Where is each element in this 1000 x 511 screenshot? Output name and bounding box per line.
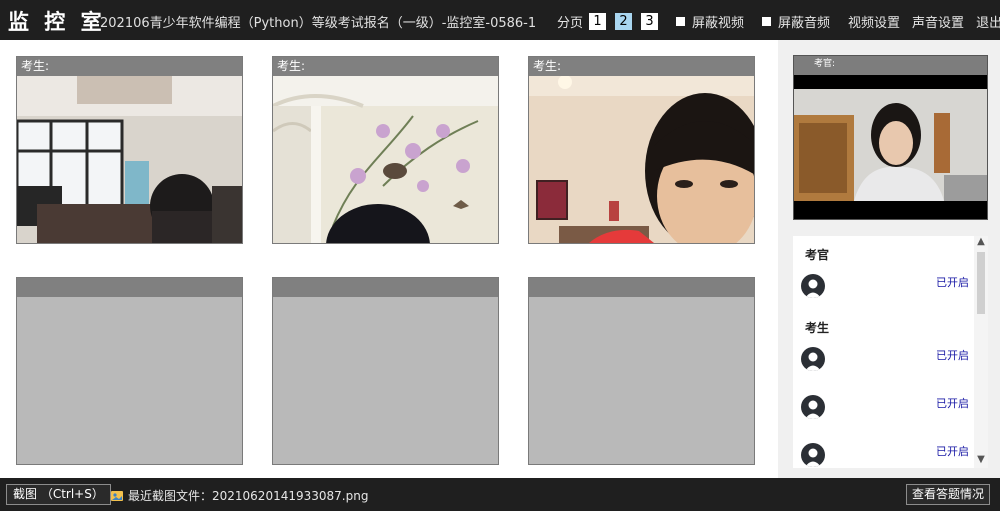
video-feed (17, 297, 242, 464)
recent-screenshot-text: 最近截图文件：20210620141933087.png (128, 489, 369, 503)
list-item[interactable]: 已开启 (801, 274, 971, 304)
avatar (801, 347, 825, 371)
video-settings-link[interactable]: 视频设置 (848, 12, 900, 31)
mute-video-checkbox[interactable]: 屏蔽视频 (676, 12, 744, 31)
tile-label (529, 278, 754, 297)
student-video-tile[interactable]: 考生: (528, 56, 755, 244)
list-item[interactable]: 已开启 (801, 347, 971, 377)
checkbox-box[interactable] (676, 17, 685, 26)
proctor-label: 考官: (794, 56, 987, 75)
bottom-bar: 截图 （Ctrl+S） 最近截图文件：20210620141933087.png… (0, 478, 1000, 511)
student-video-tile[interactable]: 考生: (272, 56, 499, 244)
video-grid: 考生: 考生: 考生: (0, 40, 778, 478)
app-logo: 监 控 室 (8, 10, 106, 34)
mute-video-label: 屏蔽视频 (692, 16, 745, 31)
video-feed (273, 297, 498, 464)
list-item[interactable]: 已开启 (801, 443, 971, 468)
avatar (801, 395, 825, 419)
proctor-group-label: 考官 (805, 248, 830, 262)
avatar (801, 443, 825, 467)
status-link[interactable]: 已开启 (936, 395, 969, 411)
student-video-tile[interactable]: 考生: (16, 56, 243, 244)
participant-list: 考官 已开启 考生 已开启 已开启 已开启 (793, 236, 974, 468)
mute-audio-checkbox[interactable]: 屏蔽音频 (762, 12, 830, 31)
user-icon (805, 279, 821, 298)
tile-label: 考生: (17, 57, 242, 76)
checkbox-box[interactable] (762, 17, 772, 26)
empty-video-tile[interactable] (16, 277, 243, 465)
student-group-label: 考生 (805, 321, 830, 335)
video-feed (273, 76, 498, 243)
status-link[interactable]: 已开启 (936, 443, 969, 459)
video-feed (529, 297, 754, 464)
mute-audio-label: 屏蔽音频 (778, 16, 831, 31)
empty-video-tile[interactable] (528, 277, 755, 465)
proctor-video-frame (794, 75, 987, 219)
tile-label (273, 278, 498, 297)
user-icon (805, 448, 821, 467)
page-2-button[interactable]: 2 (615, 13, 633, 30)
page-3-button[interactable]: 3 (641, 13, 659, 30)
exit-link[interactable]: 退出 (976, 12, 1000, 31)
empty-video-tile[interactable] (272, 277, 499, 465)
tile-label: 考生: (273, 57, 498, 76)
pager-label: 分页 (557, 16, 584, 31)
image-file-icon (111, 490, 123, 501)
video-frame-image (17, 76, 242, 243)
user-icon (805, 400, 821, 419)
video-frame-image (273, 76, 498, 243)
tile-label: 考生: (529, 57, 754, 76)
status-link[interactable]: 已开启 (936, 274, 969, 290)
video-frame-image (529, 76, 754, 243)
view-answers-button[interactable]: 查看答题情况 (905, 484, 990, 505)
pager: 分页 1 2 3 (557, 12, 667, 31)
video-feed (529, 76, 754, 243)
recent-screenshot: 最近截图文件：20210620141933087.png (110, 487, 368, 504)
top-menu: 屏蔽视频 屏蔽音频 视频设置 声音设置 退出 (676, 12, 1000, 31)
scroll-down-icon[interactable]: ▼ (974, 454, 988, 468)
audio-settings-link[interactable]: 声音设置 (912, 12, 964, 31)
proctor-video-tile[interactable]: 考官: (793, 55, 988, 220)
video-feed (17, 76, 242, 243)
tile-label (17, 278, 242, 297)
user-icon (805, 352, 821, 371)
room-title: 202106青少年软件编程（Python）等级考试报名（一级）-监控室-0586… (100, 16, 537, 31)
top-bar: 监 控 室 202106青少年软件编程（Python）等级考试报名（一级）-监控… (0, 0, 1000, 40)
avatar (801, 274, 825, 298)
status-link[interactable]: 已开启 (936, 347, 969, 363)
page-1-button[interactable]: 1 (589, 13, 607, 30)
screenshot-button[interactable]: 截图 （Ctrl+S） (6, 484, 111, 505)
scroll-up-icon[interactable]: ▲ (974, 236, 988, 250)
list-item[interactable]: 已开启 (801, 395, 971, 425)
right-panel: 考官: 考官 已开启 考生 已开启 已开启 已开启 ▲ ▼ (778, 40, 1000, 478)
scroll-thumb[interactable] (977, 252, 985, 314)
participant-list-scrollbar[interactable]: ▲ ▼ (974, 236, 988, 468)
